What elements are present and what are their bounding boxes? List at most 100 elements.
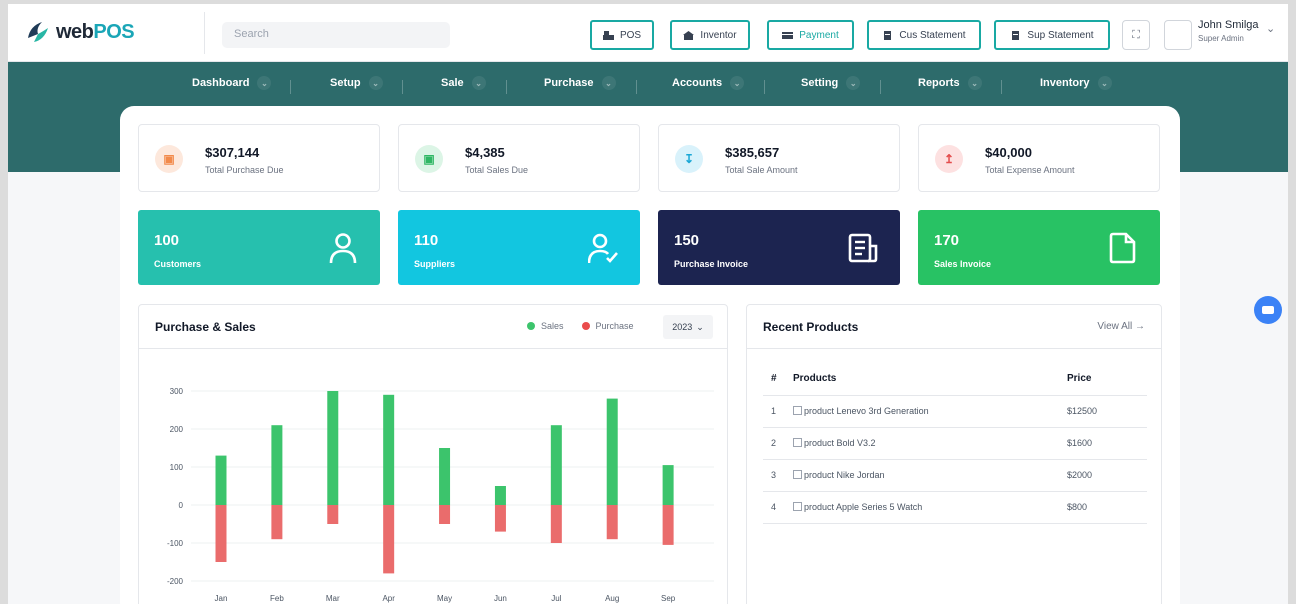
count-card-customers[interactable]: 100 Customers (138, 210, 380, 285)
row-number: 3 (763, 459, 793, 492)
top-bar: webPOS Search POS Inventor Payment Cus S… (8, 4, 1288, 62)
table-row[interactable]: 1 product Lenevo 3rd Generation $12500 (763, 395, 1147, 428)
nav-inventory[interactable]: Inventory ⌄ (1040, 76, 1112, 90)
product-cell[interactable]: product Apple Series 5 Watch (793, 491, 1067, 524)
upload-icon: ↥ (935, 145, 963, 173)
count-card-sales-invoice[interactable]: 170 Sales Invoice (918, 210, 1160, 285)
product-price: $12500 (1067, 395, 1147, 428)
x-tick-label: Jun (494, 594, 507, 603)
product-cell[interactable]: product Bold V3.2 (793, 427, 1067, 460)
y-tick-label: -200 (167, 577, 184, 586)
customer-statement-button[interactable]: Cus Statement (867, 20, 981, 50)
bar-sales (662, 465, 674, 505)
payment-button[interactable]: Payment (767, 20, 854, 50)
bar-purchase (550, 505, 562, 543)
bar-sales (327, 391, 339, 505)
row-number: 2 (763, 427, 793, 460)
count-card-suppliers[interactable]: 110 Suppliers (398, 210, 640, 285)
card-title: Purchase & Sales (155, 320, 256, 334)
table-row[interactable]: 3 product Nike Jordan $2000 (763, 459, 1147, 492)
bar-sales (271, 425, 283, 505)
column-header-product: Products (793, 363, 1067, 396)
table-row[interactable]: 2 product Bold V3.2 $1600 (763, 427, 1147, 460)
product-cell[interactable]: product Nike Jordan (793, 459, 1067, 492)
view-all-link[interactable]: View All → (1097, 321, 1145, 332)
bar-sales (550, 425, 562, 505)
chevron-down-icon[interactable]: ⌄ (1266, 22, 1275, 35)
pos-button[interactable]: POS (590, 20, 654, 50)
stat-label: Total Sale Amount (725, 165, 798, 175)
nav-sale[interactable]: Sale ⌄ (441, 76, 486, 90)
product-price: $800 (1067, 491, 1147, 524)
stat-value: $307,144 (205, 145, 260, 160)
legend-dot-purchase (581, 322, 590, 330)
nav-separator (1001, 80, 1002, 94)
supplier-statement-button[interactable]: Sup Statement (994, 20, 1110, 50)
nav-reports[interactable]: Reports ⌄ (918, 76, 982, 90)
broken-image-icon (793, 470, 802, 479)
download-icon: ↧ (675, 145, 703, 173)
x-tick-label: Apr (382, 594, 395, 603)
nav-separator (636, 80, 637, 94)
broken-image-icon (793, 502, 802, 511)
count-value: 170 (934, 232, 960, 249)
x-tick-label: Feb (270, 594, 284, 603)
logo[interactable]: webPOS (24, 18, 135, 46)
nav-setting[interactable]: Setting ⌄ (801, 76, 861, 90)
x-tick-label: Jan (215, 594, 228, 603)
stat-label: Total Purchase Due (205, 165, 284, 175)
table-header-row: # Products Price (763, 363, 1147, 396)
document-icon (1010, 30, 1021, 40)
nav-accounts[interactable]: Accounts ⌄ (672, 76, 745, 90)
user-check-icon (588, 233, 618, 264)
chat-icon[interactable] (1254, 296, 1282, 324)
row-number: 1 (763, 395, 793, 428)
fullscreen-icon[interactable]: ⛶ (1122, 20, 1150, 50)
inventory-button-label: Inventor (700, 29, 737, 41)
main-nav: Dashboard ⌄ Setup ⌄ Sale ⌄ Purchase ⌄ Accoun… (8, 76, 1288, 98)
avatar[interactable] (1164, 20, 1192, 50)
count-card-purchase-invoice[interactable]: 150 Purchase Invoice (658, 210, 900, 285)
card-header: Recent Products View All → (747, 305, 1161, 349)
chevron-down-icon: ⌄ (257, 76, 272, 90)
user-name[interactable]: John Smilga (1198, 19, 1259, 31)
x-tick-label: Jul (551, 594, 561, 603)
chevron-down-icon: ⌄ (696, 321, 704, 332)
y-tick-label: -100 (167, 539, 184, 548)
dashboard-panel: ▣ $307,144 Total Purchase Due ▣ $4,385 T… (120, 106, 1180, 604)
chevron-down-icon: ⌄ (967, 76, 982, 90)
bar-purchase (494, 505, 506, 532)
table-row[interactable]: 4 product Apple Series 5 Watch $800 (763, 491, 1147, 524)
customer-statement-label: Cus Statement (899, 29, 966, 41)
column-header-price: Price (1067, 363, 1147, 396)
search-input[interactable]: Search (222, 22, 450, 48)
user-icon (329, 233, 357, 264)
chevron-down-icon: ⌄ (730, 76, 745, 90)
count-label: Suppliers (414, 259, 456, 269)
x-tick-label: Sep (661, 594, 676, 603)
nav-dashboard[interactable]: Dashboard ⌄ (192, 76, 272, 90)
nav-purchase[interactable]: Purchase ⌄ (544, 76, 616, 90)
year-select[interactable]: 2023 ⌄ (663, 315, 713, 339)
nav-separator (880, 80, 881, 94)
bar-purchase (215, 505, 227, 562)
purchase-sales-card: Purchase & Sales Sales Purchase 2023 ⌄ 30… (138, 304, 728, 604)
card-title: Recent Products (763, 320, 859, 334)
product-cell[interactable]: product Lenevo 3rd Generation (793, 395, 1067, 428)
bar-sales (383, 394, 395, 505)
bar-sales (439, 448, 451, 505)
inventory-button[interactable]: Inventor (670, 20, 750, 50)
logo-text: webPOS (56, 20, 135, 43)
purchase-sales-chart: 300 200 100 0 -100 -200 Jan Feb Mar Apr May Jun Jul A… (167, 387, 714, 603)
x-tick-label: Aug (605, 594, 619, 603)
nav-setup[interactable]: Setup ⌄ (330, 76, 383, 90)
card-icon (782, 31, 794, 40)
count-value: 100 (154, 232, 180, 249)
document-icon (882, 30, 893, 40)
printer-icon (602, 30, 614, 40)
chevron-down-icon: ⌄ (846, 76, 861, 90)
bar-purchase (327, 505, 339, 524)
x-tick-label: May (437, 594, 452, 603)
logo-icon (24, 18, 52, 46)
card-header: Purchase & Sales Sales Purchase 2023 ⌄ (139, 305, 727, 349)
